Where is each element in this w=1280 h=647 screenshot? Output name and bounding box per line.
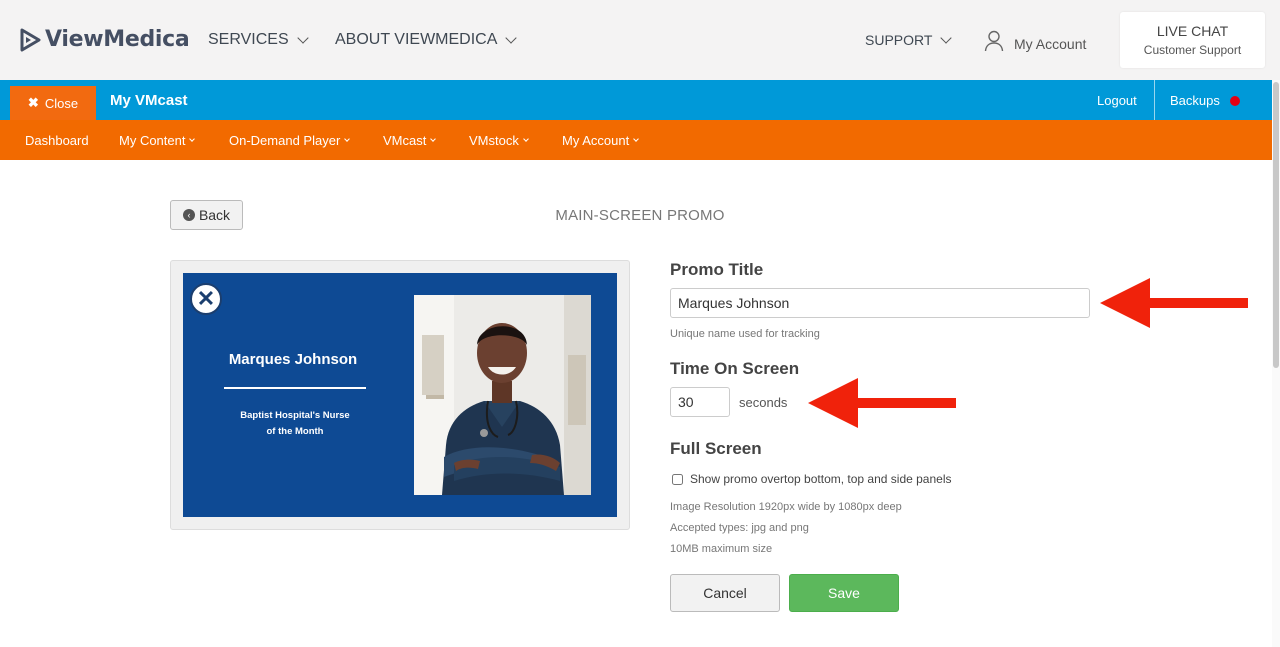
promo-title-input[interactable] — [670, 288, 1090, 318]
remove-image-icon[interactable]: ✕ — [190, 283, 222, 315]
accepted-types-info: Accepted types: jpg and png — [670, 522, 809, 534]
backups-link[interactable]: Backups — [1170, 93, 1240, 108]
max-size-info: 10MB maximum size — [670, 543, 773, 555]
close-button[interactable]: ✖ Close — [10, 86, 96, 120]
cancel-button[interactable]: Cancel — [670, 574, 780, 612]
play-logo-icon — [20, 28, 41, 51]
nurse-photo — [414, 295, 591, 495]
menu-item-vmcast[interactable]: VMcast — [383, 133, 437, 148]
full-screen-checkbox-label: Show promo overtop bottom, top and side … — [690, 472, 952, 486]
viewmedica-logo[interactable]: ViewMedica — [20, 27, 190, 52]
menu-item-my-account[interactable]: My Account — [562, 133, 640, 148]
menu-item-label: On-Demand Player — [229, 133, 341, 148]
menu-item-label: VMcast — [383, 133, 427, 148]
menu-item-vmstock[interactable]: VMstock — [469, 133, 529, 148]
promo-preview-divider — [224, 387, 366, 389]
live-chat-subtitle: Customer Support — [1143, 43, 1242, 57]
user-icon — [984, 30, 1004, 52]
annotation-arrow-icon — [1100, 278, 1248, 328]
live-chat-title: LIVE CHAT — [1156, 23, 1229, 39]
save-button[interactable]: Save — [789, 574, 899, 612]
nurse-photo-illustration — [414, 295, 591, 495]
full-screen-label: Full Screen — [670, 439, 762, 458]
chevron-down-icon — [189, 136, 196, 142]
promo-preview-name: Marques Johnson — [228, 351, 358, 368]
annotation-arrow-icon — [808, 378, 956, 428]
site-header: ViewMedica SERVICES ABOUT VIEWMEDICA SUP… — [0, 0, 1280, 80]
chevron-down-icon — [633, 136, 640, 142]
promo-title-help: Unique name used for tracking — [670, 328, 820, 340]
backups-label: Backups — [1170, 93, 1220, 108]
main-menu: Dashboard My Content On-Demand Player VM… — [0, 120, 1272, 160]
chevron-down-icon — [505, 31, 518, 44]
logout-link[interactable]: Logout — [1097, 93, 1137, 108]
back-button[interactable]: ‹ Back — [170, 200, 243, 230]
page-title: MAIN-SCREEN PROMO — [555, 207, 725, 224]
image-resolution-info: Image Resolution 1920px wide by 1080px d… — [670, 501, 902, 513]
time-on-screen-input[interactable] — [670, 387, 730, 417]
chevron-left-circle-icon: ‹ — [182, 209, 195, 221]
promo-preview-subtitle-line1: Baptist Hospital's Nurse — [240, 410, 350, 421]
close-button-label: Close — [44, 95, 79, 111]
app-title: My VMcast — [110, 92, 188, 109]
chevron-down-icon — [940, 31, 953, 44]
close-icon: ✖ — [27, 95, 39, 110]
promo-preview-subtitle-line2: of the Month — [266, 426, 324, 437]
nav-about-label: ABOUT VIEWMEDICA — [335, 31, 498, 48]
menu-item-on-demand-player[interactable]: On-Demand Player — [229, 133, 351, 148]
chevron-down-icon — [523, 136, 529, 142]
account-link[interactable]: My Account — [984, 30, 1086, 52]
nav-support-label: SUPPORT — [865, 32, 933, 48]
app-bar: ✖ Close My VMcast Logout Backups — [0, 80, 1272, 120]
chevron-down-icon — [344, 136, 351, 142]
account-link-label: My Account — [1014, 36, 1087, 52]
time-unit-label: seconds — [739, 395, 788, 410]
menu-item-label: Dashboard — [25, 133, 89, 148]
time-on-screen-label: Time On Screen — [670, 359, 800, 378]
nav-services-label: SERVICES — [208, 31, 289, 48]
chevron-down-icon — [296, 31, 309, 44]
menu-item-label: VMstock — [469, 133, 519, 148]
promo-title-label: Promo Title — [670, 260, 764, 279]
menu-item-dashboard[interactable]: Dashboard — [25, 133, 89, 148]
menu-item-my-content[interactable]: My Content — [119, 133, 196, 148]
brand-name: ViewMedica — [45, 27, 190, 52]
full-screen-checkbox[interactable] — [672, 473, 683, 485]
full-screen-option[interactable]: Show promo overtop bottom, top and side … — [672, 472, 952, 486]
menu-item-label: My Account — [562, 133, 630, 148]
chevron-down-icon — [430, 136, 437, 142]
divider — [1154, 80, 1155, 120]
nav-about[interactable]: ABOUT VIEWMEDICA — [335, 31, 518, 49]
scrollbar-thumb[interactable] — [1273, 82, 1279, 368]
nav-services[interactable]: SERVICES — [208, 31, 309, 49]
live-chat-button[interactable]: LIVE CHAT Customer Support — [1120, 12, 1265, 68]
nav-support[interactable]: SUPPORT — [865, 31, 953, 48]
back-button-label: Back — [198, 207, 231, 223]
menu-item-label: My Content — [119, 133, 186, 148]
promo-preview-subtitle: Baptist Hospital's Nurse of the Month — [213, 408, 377, 440]
status-dot-icon — [1229, 95, 1240, 106]
